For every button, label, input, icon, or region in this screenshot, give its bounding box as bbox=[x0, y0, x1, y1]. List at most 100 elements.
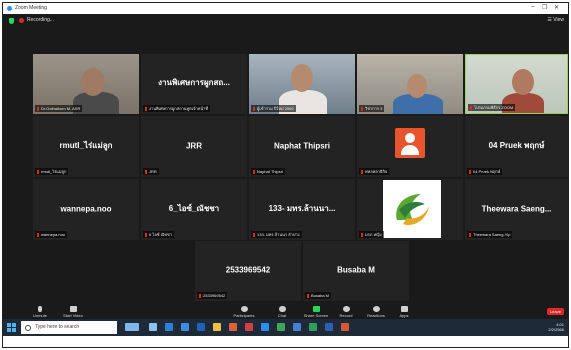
taskbar-search-input[interactable]: Type here to search bbox=[21, 321, 117, 334]
participant-tile[interactable]: 6_ไอซ์_ณัชชา 6 ไอซ์ ณัชชา bbox=[141, 179, 247, 240]
windows-logo-icon-part bbox=[12, 323, 16, 327]
participant-name-label: rmutl_ไร่แม่ลูก bbox=[35, 168, 69, 175]
muted-mic-icon bbox=[145, 170, 147, 174]
participant-video-face bbox=[81, 68, 105, 96]
participant-tile[interactable]: Naphat Thipsri Naphat Thipsri bbox=[249, 116, 355, 177]
windows-start-button[interactable] bbox=[7, 323, 16, 332]
word-icon[interactable] bbox=[325, 323, 333, 331]
participant-name: 2533969542 bbox=[225, 265, 271, 275]
muted-mic-icon bbox=[145, 233, 147, 237]
muted-mic-icon bbox=[199, 294, 201, 298]
maximize-button[interactable]: ❐ bbox=[542, 4, 547, 11]
meeting-toolbar: Unmute Start Video Participants Chat Sha… bbox=[3, 304, 568, 319]
participant-name: 6_ไอซ์_ณัชชา bbox=[168, 203, 220, 213]
participant-tile[interactable]: 04 Pruek พฤกษ์ 04 Pruek พฤกษ์ bbox=[465, 116, 568, 177]
muted-mic-icon bbox=[253, 170, 255, 174]
meeting-topbar: Recording... ☰ View bbox=[3, 14, 568, 28]
minimize-button[interactable]: – bbox=[531, 4, 534, 10]
participants-icon bbox=[240, 306, 248, 312]
profile-logo-image bbox=[383, 180, 441, 238]
participant-tile[interactable]: 2533969542 2533969542 bbox=[195, 241, 301, 301]
taskbar-app-icon[interactable] bbox=[125, 323, 139, 331]
excel-icon[interactable] bbox=[309, 323, 317, 331]
participant-tile[interactable]: วิชาการ 3 bbox=[357, 54, 463, 114]
participant-name: JRR bbox=[185, 141, 202, 151]
muted-mic-icon bbox=[469, 170, 471, 174]
muted-mic-icon bbox=[37, 233, 39, 237]
share-screen-button[interactable]: Share Screen bbox=[301, 306, 331, 318]
participant-name-label: โปรแกรมพิธีกร ZOOM bbox=[468, 104, 516, 111]
task-view-icon[interactable] bbox=[149, 323, 157, 331]
participants-button[interactable]: Participants bbox=[229, 306, 259, 318]
taskbar-app-icon[interactable] bbox=[293, 323, 301, 331]
file-explorer-icon[interactable] bbox=[213, 323, 221, 331]
university-logo-icon bbox=[396, 194, 429, 226]
powerpoint-icon[interactable] bbox=[341, 323, 349, 331]
chat-icon bbox=[278, 306, 286, 312]
muted-mic-icon bbox=[37, 170, 39, 174]
close-button[interactable]: ✕ bbox=[554, 4, 559, 11]
participant-tile[interactable]: Dr.Oothaikorn M. ASR bbox=[33, 54, 139, 114]
participant-video-face bbox=[291, 64, 313, 92]
security-shield-icon[interactable] bbox=[9, 18, 14, 24]
taskbar-app-icon[interactable] bbox=[197, 323, 205, 331]
participant-tile[interactable]: มรภ.หญิง bbox=[357, 179, 463, 240]
participant-name: Busaba M bbox=[337, 265, 375, 275]
participant-name: wannepa.noo bbox=[60, 204, 112, 214]
record-button[interactable]: Record bbox=[331, 306, 361, 318]
muted-mic-icon bbox=[253, 107, 255, 111]
participant-tile[interactable]: wannepa.noo wannepa.noo bbox=[33, 179, 139, 240]
taskbar-app-icon[interactable] bbox=[229, 323, 237, 331]
muted-mic-icon bbox=[37, 107, 39, 111]
chat-button[interactable]: Chat bbox=[267, 306, 297, 318]
view-button[interactable]: ☰ View bbox=[547, 17, 564, 23]
participant-tile-active-speaker[interactable]: โปรแกรมพิธีกร ZOOM bbox=[465, 54, 568, 114]
chrome-icon[interactable] bbox=[245, 323, 253, 331]
windows-logo-icon-part bbox=[12, 328, 16, 332]
participant-name-label: 6 ไอซ์ ณัชชา bbox=[143, 231, 174, 238]
participant-name-label: 04 Pruek พฤกษ์ bbox=[467, 168, 503, 175]
window-titlebar: Zoom Meeting – ❐ ✕ bbox=[3, 3, 568, 14]
participant-name: Theewara Saeng... bbox=[481, 204, 552, 214]
participant-tile[interactable]: JRR JRR bbox=[141, 116, 247, 177]
participant-tile[interactable]: งานพิเศษการผูกสถ... งานพิเศษการผูกสถานทู… bbox=[141, 54, 247, 114]
muted-mic-icon bbox=[361, 233, 363, 237]
participant-name: rmutl_ไร่แม่ลูก bbox=[59, 140, 113, 150]
participant-tile[interactable]: ผู้เข้าร่วม ปีใหม่ 2566 bbox=[249, 54, 355, 114]
participant-name-label: มรภ.หญิง bbox=[359, 231, 384, 238]
participant-tile[interactable]: พหลพลาธิกิจ bbox=[357, 116, 463, 177]
unmute-button[interactable]: Unmute bbox=[25, 306, 55, 318]
participant-video-face bbox=[512, 69, 534, 95]
reactions-button[interactable]: Reactions bbox=[361, 306, 391, 318]
start-video-button[interactable]: Start Video bbox=[58, 306, 88, 318]
participant-name: งานพิเศษการผูกสถ... bbox=[158, 78, 230, 88]
avatar bbox=[395, 128, 425, 158]
participant-name: 133- มทร.ล้านนา... bbox=[268, 203, 336, 213]
participant-name: Naphat Thipsri bbox=[273, 141, 330, 151]
apps-button[interactable]: Apps bbox=[389, 306, 419, 318]
participant-tile[interactable]: rmutl_ไร่แม่ลูก rmutl_ไร่แม่ลูก bbox=[33, 116, 139, 177]
participant-name-label: Naphat Thipsri bbox=[251, 168, 285, 175]
recording-label: Recording... bbox=[27, 17, 54, 23]
participant-name-label: Dr.Oothaikorn M. ASR bbox=[35, 105, 83, 112]
share-screen-icon bbox=[312, 306, 320, 312]
participant-tile[interactable]: Theewara Saeng... Theewara Saeng-Yip bbox=[465, 179, 568, 240]
taskbar-app-icon[interactable] bbox=[181, 323, 189, 331]
screen-frame: Zoom Meeting – ❐ ✕ Recording... ☰ View D… bbox=[2, 2, 569, 348]
muted-mic-icon bbox=[361, 170, 363, 174]
windows-taskbar: Type here to search 4:01 2/2/2566 bbox=[3, 319, 568, 336]
edge-browser-icon[interactable] bbox=[165, 323, 173, 331]
system-tray[interactable]: 4:01 2/2/2566 bbox=[548, 322, 564, 332]
zoom-taskbar-icon[interactable] bbox=[261, 323, 269, 331]
meeting-area: Recording... ☰ View Dr.Oothaikorn M. ASR… bbox=[3, 14, 568, 319]
leave-button[interactable]: Leave bbox=[547, 308, 564, 315]
line-app-icon[interactable] bbox=[277, 323, 285, 331]
windows-logo-icon-part bbox=[7, 328, 11, 332]
muted-mic-icon bbox=[253, 233, 255, 237]
participant-name-label: ผู้เข้าร่วม ปีใหม่ 2566 bbox=[251, 105, 296, 112]
person-silhouette-icon-body bbox=[401, 145, 419, 155]
muted-mic-icon bbox=[307, 294, 309, 298]
participant-tile[interactable]: Busaba M Busaba M bbox=[303, 241, 409, 301]
participant-tile[interactable]: 133- มทร.ล้านนา... 133- มทร.ล้านนา ลำปาง bbox=[249, 179, 355, 240]
muted-mic-icon bbox=[145, 107, 147, 111]
